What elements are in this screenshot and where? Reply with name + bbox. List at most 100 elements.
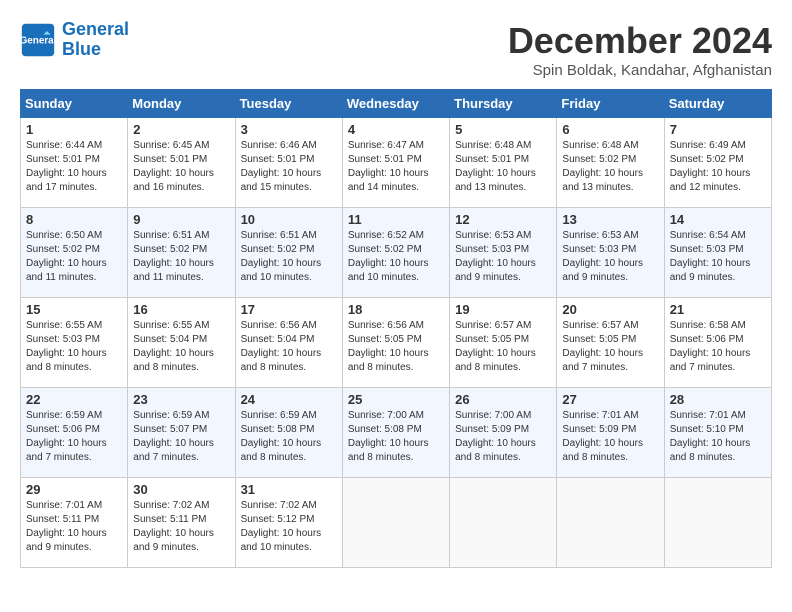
calendar-cell: 11 Sunrise: 6:52 AM Sunset: 5:02 PM Dayli… (342, 208, 449, 298)
day-number: 10 (241, 212, 337, 227)
calendar-cell (450, 478, 557, 568)
day-number: 7 (670, 122, 766, 137)
day-info: Sunrise: 6:57 AM Sunset: 5:05 PM Dayligh… (455, 319, 551, 375)
day-number: 3 (241, 122, 337, 137)
day-info: Sunrise: 6:59 AM Sunset: 5:08 PM Dayligh… (241, 409, 337, 465)
day-info: Sunrise: 7:00 AM Sunset: 5:09 PM Dayligh… (455, 409, 551, 465)
day-info: Sunrise: 6:58 AM Sunset: 5:06 PM Dayligh… (670, 319, 766, 375)
calendar-cell: 22Sunrise: 6:59 AM Sunset: 5:06 PM Dayli… (21, 388, 128, 478)
title-block: December 2024 Spin Boldak, Kandahar, Afg… (508, 20, 772, 79)
day-info: Sunrise: 6:53 AM Sunset: 5:03 PM Dayligh… (455, 229, 551, 285)
day-info: Sunrise: 6:48 AM Sunset: 5:01 PM Dayligh… (455, 139, 551, 195)
day-number: 29 (26, 482, 122, 497)
day-number: 15 (26, 302, 122, 317)
day-number: 30 (133, 482, 229, 497)
logo-text: General Blue (62, 20, 129, 60)
day-number: 27 (562, 392, 658, 407)
day-number: 28 (670, 392, 766, 407)
day-number: 26 (455, 392, 551, 407)
weekday-header-tuesday: Tuesday (235, 90, 342, 118)
day-number: 16 (133, 302, 229, 317)
day-info: Sunrise: 6:51 AM Sunset: 5:02 PM Dayligh… (133, 229, 229, 285)
weekday-header-friday: Friday (557, 90, 664, 118)
day-number: 11 (348, 212, 444, 227)
logo-icon: General (20, 22, 56, 58)
calendar-cell: 10 Sunrise: 6:51 AM Sunset: 5:02 PM Dayli… (235, 208, 342, 298)
calendar-cell: 7 Sunrise: 6:49 AM Sunset: 5:02 PM Daylig… (664, 118, 771, 208)
day-number: 31 (241, 482, 337, 497)
calendar-cell: 4Sunrise: 6:47 AM Sunset: 5:01 PM Daylig… (342, 118, 449, 208)
weekday-header-sunday: Sunday (21, 90, 128, 118)
day-number: 8 (26, 212, 122, 227)
day-number: 13 (562, 212, 658, 227)
calendar-cell: 21 Sunrise: 6:58 AM Sunset: 5:06 PM Dayli… (664, 298, 771, 388)
calendar-cell: 3Sunrise: 6:46 AM Sunset: 5:01 PM Daylig… (235, 118, 342, 208)
day-number: 19 (455, 302, 551, 317)
calendar-cell: 14 Sunrise: 6:54 AM Sunset: 5:03 PM Dayli… (664, 208, 771, 298)
calendar-week-1: 1Sunrise: 6:44 AM Sunset: 5:01 PM Daylig… (21, 118, 772, 208)
calendar-cell: 30 Sunrise: 7:02 AM Sunset: 5:11 PM Dayli… (128, 478, 235, 568)
day-info: Sunrise: 6:49 AM Sunset: 5:02 PM Dayligh… (670, 139, 766, 195)
calendar-cell: 27 Sunrise: 7:01 AM Sunset: 5:09 PM Dayli… (557, 388, 664, 478)
calendar-week-2: 8 Sunrise: 6:50 AM Sunset: 5:02 PM Daylig… (21, 208, 772, 298)
calendar-cell (342, 478, 449, 568)
calendar-cell: 12 Sunrise: 6:53 AM Sunset: 5:03 PM Dayli… (450, 208, 557, 298)
logo: General General Blue (20, 20, 129, 60)
calendar-cell: 8 Sunrise: 6:50 AM Sunset: 5:02 PM Daylig… (21, 208, 128, 298)
day-number: 18 (348, 302, 444, 317)
weekday-header-thursday: Thursday (450, 90, 557, 118)
calendar-cell (664, 478, 771, 568)
day-number: 20 (562, 302, 658, 317)
calendar-cell: 2Sunrise: 6:45 AM Sunset: 5:01 PM Daylig… (128, 118, 235, 208)
logo-line1: General (62, 19, 129, 39)
day-info: Sunrise: 6:53 AM Sunset: 5:03 PM Dayligh… (562, 229, 658, 285)
day-info: Sunrise: 7:00 AM Sunset: 5:08 PM Dayligh… (348, 409, 444, 465)
day-number: 4 (348, 122, 444, 137)
day-number: 6 (562, 122, 658, 137)
logo-line2: Blue (62, 39, 101, 59)
day-number: 21 (670, 302, 766, 317)
day-info: Sunrise: 6:52 AM Sunset: 5:02 PM Dayligh… (348, 229, 444, 285)
day-info: Sunrise: 6:59 AM Sunset: 5:07 PM Dayligh… (133, 409, 229, 465)
calendar-cell: 15 Sunrise: 6:55 AM Sunset: 5:03 PM Dayli… (21, 298, 128, 388)
calendar-cell: 25 Sunrise: 7:00 AM Sunset: 5:08 PM Dayli… (342, 388, 449, 478)
day-number: 14 (670, 212, 766, 227)
day-info: Sunrise: 7:01 AM Sunset: 5:09 PM Dayligh… (562, 409, 658, 465)
calendar-cell: 26 Sunrise: 7:00 AM Sunset: 5:09 PM Dayli… (450, 388, 557, 478)
day-info: Sunrise: 7:02 AM Sunset: 5:11 PM Dayligh… (133, 499, 229, 555)
calendar-cell: 24 Sunrise: 6:59 AM Sunset: 5:08 PM Dayli… (235, 388, 342, 478)
day-number: 9 (133, 212, 229, 227)
calendar-cell: 28Sunrise: 7:01 AM Sunset: 5:10 PM Dayli… (664, 388, 771, 478)
day-info: Sunrise: 6:57 AM Sunset: 5:05 PM Dayligh… (562, 319, 658, 375)
svg-text:General: General (20, 35, 56, 46)
calendar-week-5: 29 Sunrise: 7:01 AM Sunset: 5:11 PM Dayli… (21, 478, 772, 568)
day-number: 23 (133, 392, 229, 407)
calendar-cell: 6 Sunrise: 6:48 AM Sunset: 5:02 PM Daylig… (557, 118, 664, 208)
day-info: Sunrise: 7:02 AM Sunset: 5:12 PM Dayligh… (241, 499, 337, 555)
calendar-cell (557, 478, 664, 568)
day-number: 25 (348, 392, 444, 407)
day-info: Sunrise: 6:55 AM Sunset: 5:03 PM Dayligh… (26, 319, 122, 375)
day-number: 2 (133, 122, 229, 137)
month-title: December 2024 (508, 20, 772, 62)
day-info: Sunrise: 6:55 AM Sunset: 5:04 PM Dayligh… (133, 319, 229, 375)
weekday-header-monday: Monday (128, 90, 235, 118)
day-info: Sunrise: 6:56 AM Sunset: 5:05 PM Dayligh… (348, 319, 444, 375)
weekday-header-saturday: Saturday (664, 90, 771, 118)
day-number: 12 (455, 212, 551, 227)
day-number: 24 (241, 392, 337, 407)
calendar-cell: 20 Sunrise: 6:57 AM Sunset: 5:05 PM Dayli… (557, 298, 664, 388)
calendar-cell: 18 Sunrise: 6:56 AM Sunset: 5:05 PM Dayli… (342, 298, 449, 388)
weekday-header-wednesday: Wednesday (342, 90, 449, 118)
day-info: Sunrise: 6:54 AM Sunset: 5:03 PM Dayligh… (670, 229, 766, 285)
calendar-cell: 23 Sunrise: 6:59 AM Sunset: 5:07 PM Dayli… (128, 388, 235, 478)
day-info: Sunrise: 6:48 AM Sunset: 5:02 PM Dayligh… (562, 139, 658, 195)
calendar-cell: 13 Sunrise: 6:53 AM Sunset: 5:03 PM Dayli… (557, 208, 664, 298)
calendar-week-4: 22Sunrise: 6:59 AM Sunset: 5:06 PM Dayli… (21, 388, 772, 478)
day-info: Sunrise: 6:50 AM Sunset: 5:02 PM Dayligh… (26, 229, 122, 285)
day-info: Sunrise: 7:01 AM Sunset: 5:11 PM Dayligh… (26, 499, 122, 555)
calendar-cell: 5Sunrise: 6:48 AM Sunset: 5:01 PM Daylig… (450, 118, 557, 208)
day-info: Sunrise: 6:51 AM Sunset: 5:02 PM Dayligh… (241, 229, 337, 285)
calendar-cell: 31 Sunrise: 7:02 AM Sunset: 5:12 PM Dayli… (235, 478, 342, 568)
day-number: 17 (241, 302, 337, 317)
